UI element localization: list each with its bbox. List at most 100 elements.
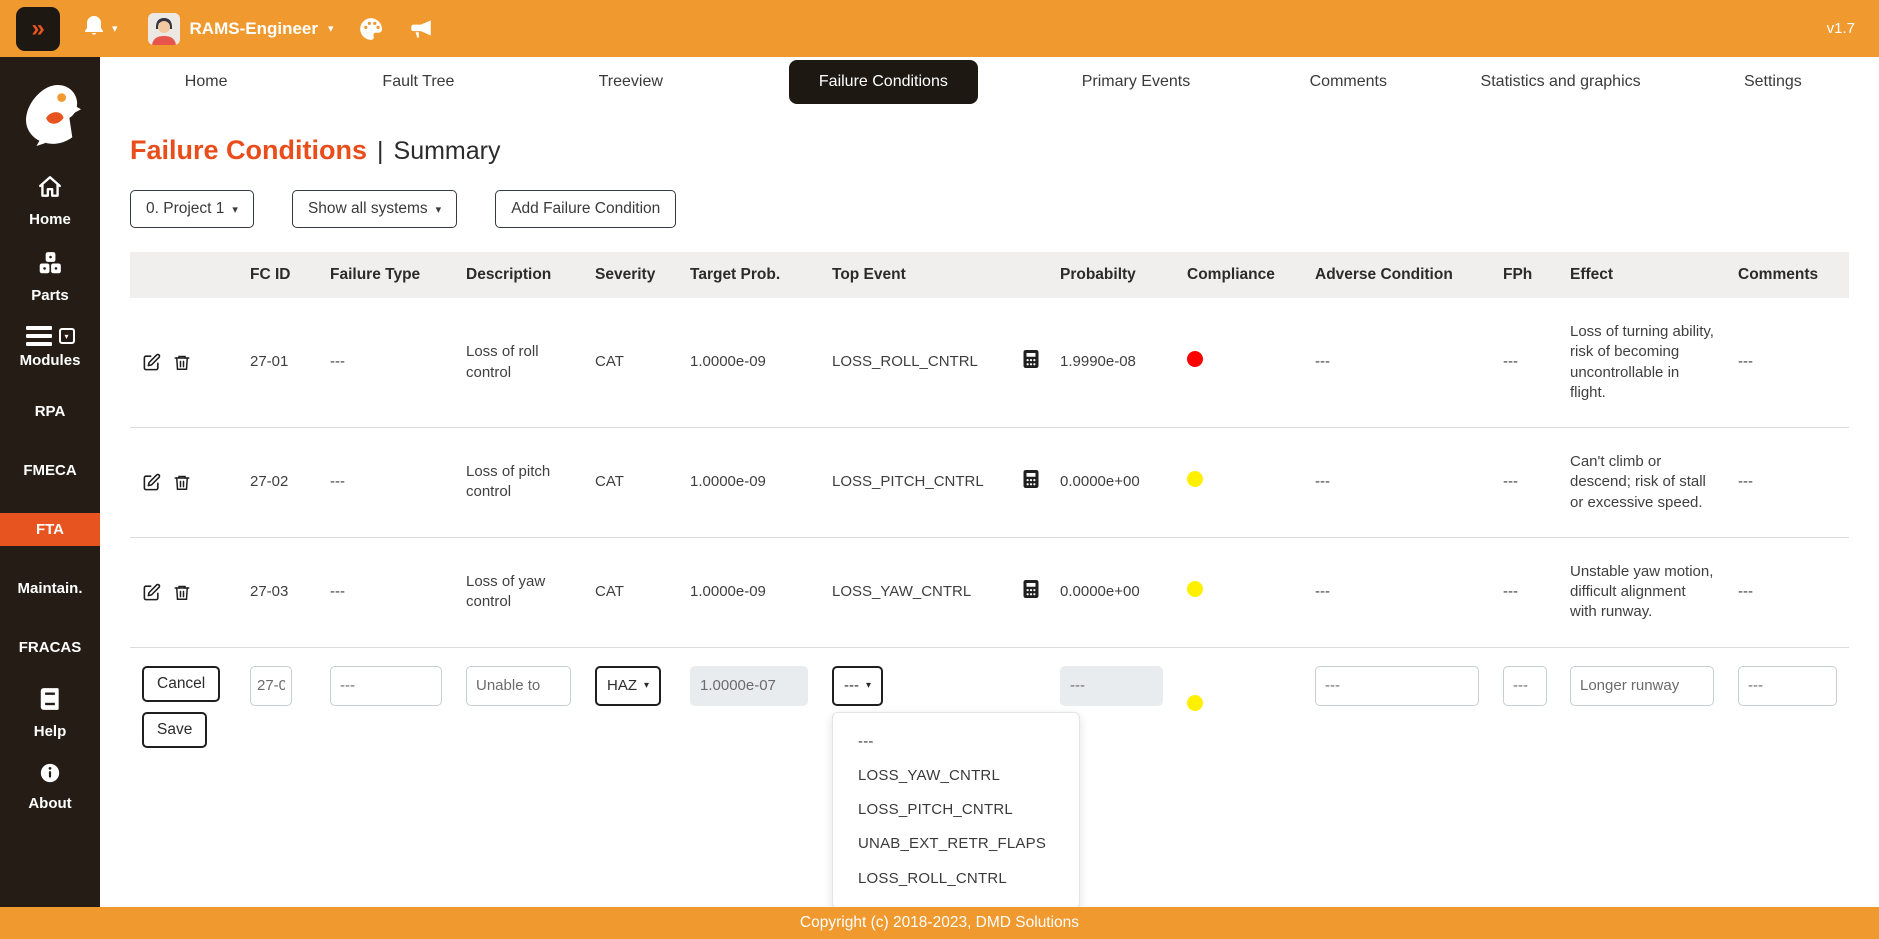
fph-cell: --- (1491, 537, 1558, 647)
delete-icon[interactable] (173, 583, 191, 602)
col-failure-type: Failure Type (318, 252, 454, 298)
edit-icon[interactable] (142, 353, 161, 372)
sidebar-item-label: Modules (20, 352, 81, 369)
fph-cell: --- (1491, 298, 1558, 428)
announcements-megaphone-icon[interactable] (408, 16, 434, 42)
sidebar-item-help[interactable]: Help (0, 686, 100, 740)
effect-cell: Can't climb or descend; risk of stall or… (1558, 428, 1726, 538)
delete-icon[interactable] (173, 473, 191, 492)
top-event-dropdown: --- LOSS_YAW_CNTRL LOSS_PITCH_CNTRL UNAB… (832, 712, 1080, 908)
cancel-button[interactable]: Cancel (142, 666, 220, 702)
adverse-condition-cell: --- (1303, 298, 1491, 428)
table-row: 27-01 --- Loss of roll control CAT 1.000… (130, 298, 1849, 428)
edit-form-row: Cancel Save HAZ▾ (130, 647, 1849, 766)
table-row: 27-02 --- Loss of pitch control CAT 1.00… (130, 428, 1849, 538)
description-cell: Loss of roll control (454, 298, 583, 428)
top-event-select[interactable]: ---▾ (832, 666, 883, 706)
col-severity: Severity (583, 252, 678, 298)
tab-home[interactable]: Home (100, 61, 312, 103)
adverse-condition-cell: --- (1303, 537, 1491, 647)
adverse-condition-input[interactable] (1315, 666, 1479, 706)
page-title-subtitle: Summary (394, 137, 501, 166)
delete-icon[interactable] (173, 353, 191, 372)
target-prob-cell: 1.0000e-09 (678, 537, 820, 647)
sidebar-item-fta[interactable]: FTA (0, 513, 100, 546)
sidebar-collapse-button[interactable]: » (16, 7, 60, 51)
system-filter-select[interactable]: Show all systems▾ (292, 190, 457, 228)
sidebar-item-fracas[interactable]: FRACAS (0, 631, 100, 664)
fph-input[interactable] (1503, 666, 1547, 706)
effect-input[interactable] (1570, 666, 1714, 706)
dropdown-option[interactable]: UNAB_EXT_RETR_FLAPS (833, 827, 1079, 861)
modules-dropdown-icon[interactable]: ▾ (59, 328, 75, 344)
sidebar-item-fmeca[interactable]: FMECA (0, 454, 100, 487)
target-prob-input (690, 666, 808, 706)
footer: Copyright (c) 2018-2023, DMD Solutions (0, 907, 1879, 939)
description-input[interactable] (466, 666, 571, 706)
sidebar-item-rpa[interactable]: RPA (0, 395, 100, 428)
effect-cell: Unstable yaw motion, difficult alignment… (1558, 537, 1726, 647)
theme-palette-icon[interactable] (358, 16, 384, 42)
sidebar-item-about[interactable]: About (0, 762, 100, 812)
project-select[interactable]: 0. Project 1▾ (130, 190, 254, 228)
dropdown-option[interactable]: LOSS_PITCH_CNTRL (833, 793, 1079, 827)
home-icon (36, 174, 64, 205)
tab-treeview[interactable]: Treeview (525, 61, 737, 103)
col-adverse-condition: Adverse Condition (1303, 252, 1491, 298)
probability-cell: 0.0000e+00 (1048, 428, 1175, 538)
tab-comments[interactable]: Comments (1242, 61, 1454, 103)
comments-input[interactable] (1738, 666, 1837, 706)
help-book-icon (37, 686, 63, 717)
parts-cubes-icon (36, 250, 64, 281)
sidebar-item-maintain[interactable]: Maintain. (0, 572, 100, 605)
tab-fault-tree[interactable]: Fault Tree (312, 61, 524, 103)
calculator-icon[interactable] (1022, 356, 1040, 373)
top-event-cell: LOSS_YAW_CNTRL (820, 537, 1010, 647)
add-failure-condition-button[interactable]: Add Failure Condition (495, 190, 676, 228)
comments-cell: --- (1726, 537, 1849, 647)
save-button[interactable]: Save (142, 712, 207, 748)
severity-select[interactable]: HAZ▾ (595, 666, 661, 706)
fc-id-cell: 27-03 (238, 537, 318, 647)
description-cell: Loss of yaw control (454, 537, 583, 647)
edit-icon[interactable] (142, 583, 161, 602)
fc-id-input[interactable] (250, 666, 292, 706)
app-logo (19, 83, 81, 152)
sidebar-item-modules[interactable]: ▾ Modules (0, 326, 100, 369)
tab-statistics[interactable]: Statistics and graphics (1454, 61, 1666, 103)
compliance-status-dot (1187, 351, 1203, 367)
dropdown-option[interactable]: --- (833, 725, 1079, 759)
sidebar-item-label: FRACAS (19, 639, 82, 656)
tab-primary-events[interactable]: Primary Events (1030, 61, 1242, 103)
probability-cell: 1.9990e-08 (1048, 298, 1175, 428)
chevron-down-icon: ▾ (644, 680, 649, 691)
failure-type-cell: --- (318, 298, 454, 428)
failure-type-input[interactable] (330, 666, 442, 706)
calculator-icon[interactable] (1022, 586, 1040, 603)
app-version: v1.7 (1827, 20, 1855, 37)
sidebar-item-home[interactable]: Home (0, 174, 100, 228)
failure-conditions-table: FC ID Failure Type Description Severity … (130, 252, 1849, 766)
description-cell: Loss of pitch control (454, 428, 583, 538)
dropdown-option[interactable]: LOSS_ROLL_CNTRL (833, 862, 1079, 896)
probability-cell: 0.0000e+00 (1048, 537, 1175, 647)
fc-id-cell: 27-01 (238, 298, 318, 428)
edit-icon[interactable] (142, 473, 161, 492)
tab-failure-conditions[interactable]: Failure Conditions (789, 60, 978, 104)
target-prob-cell: 1.0000e-09 (678, 298, 820, 428)
fc-id-cell: 27-02 (238, 428, 318, 538)
toolbar: 0. Project 1▾ Show all systems▾ Add Fail… (130, 190, 1849, 228)
sidebar-item-parts[interactable]: Parts (0, 250, 100, 304)
severity-cell: CAT (583, 428, 678, 538)
calculator-icon[interactable] (1022, 476, 1040, 493)
sidebar-item-label: FMECA (23, 462, 76, 479)
notifications-menu[interactable]: ▾ (82, 14, 118, 43)
sidebar-item-label: Home (29, 211, 71, 228)
compliance-status-dot (1187, 695, 1203, 711)
dropdown-option[interactable]: LOSS_YAW_CNTRL (833, 759, 1079, 793)
failure-type-cell: --- (318, 537, 454, 647)
target-prob-cell: 1.0000e-09 (678, 428, 820, 538)
tab-settings[interactable]: Settings (1667, 61, 1879, 103)
bell-icon (82, 14, 106, 43)
user-menu[interactable]: RAMS-Engineer ▾ (148, 13, 334, 45)
